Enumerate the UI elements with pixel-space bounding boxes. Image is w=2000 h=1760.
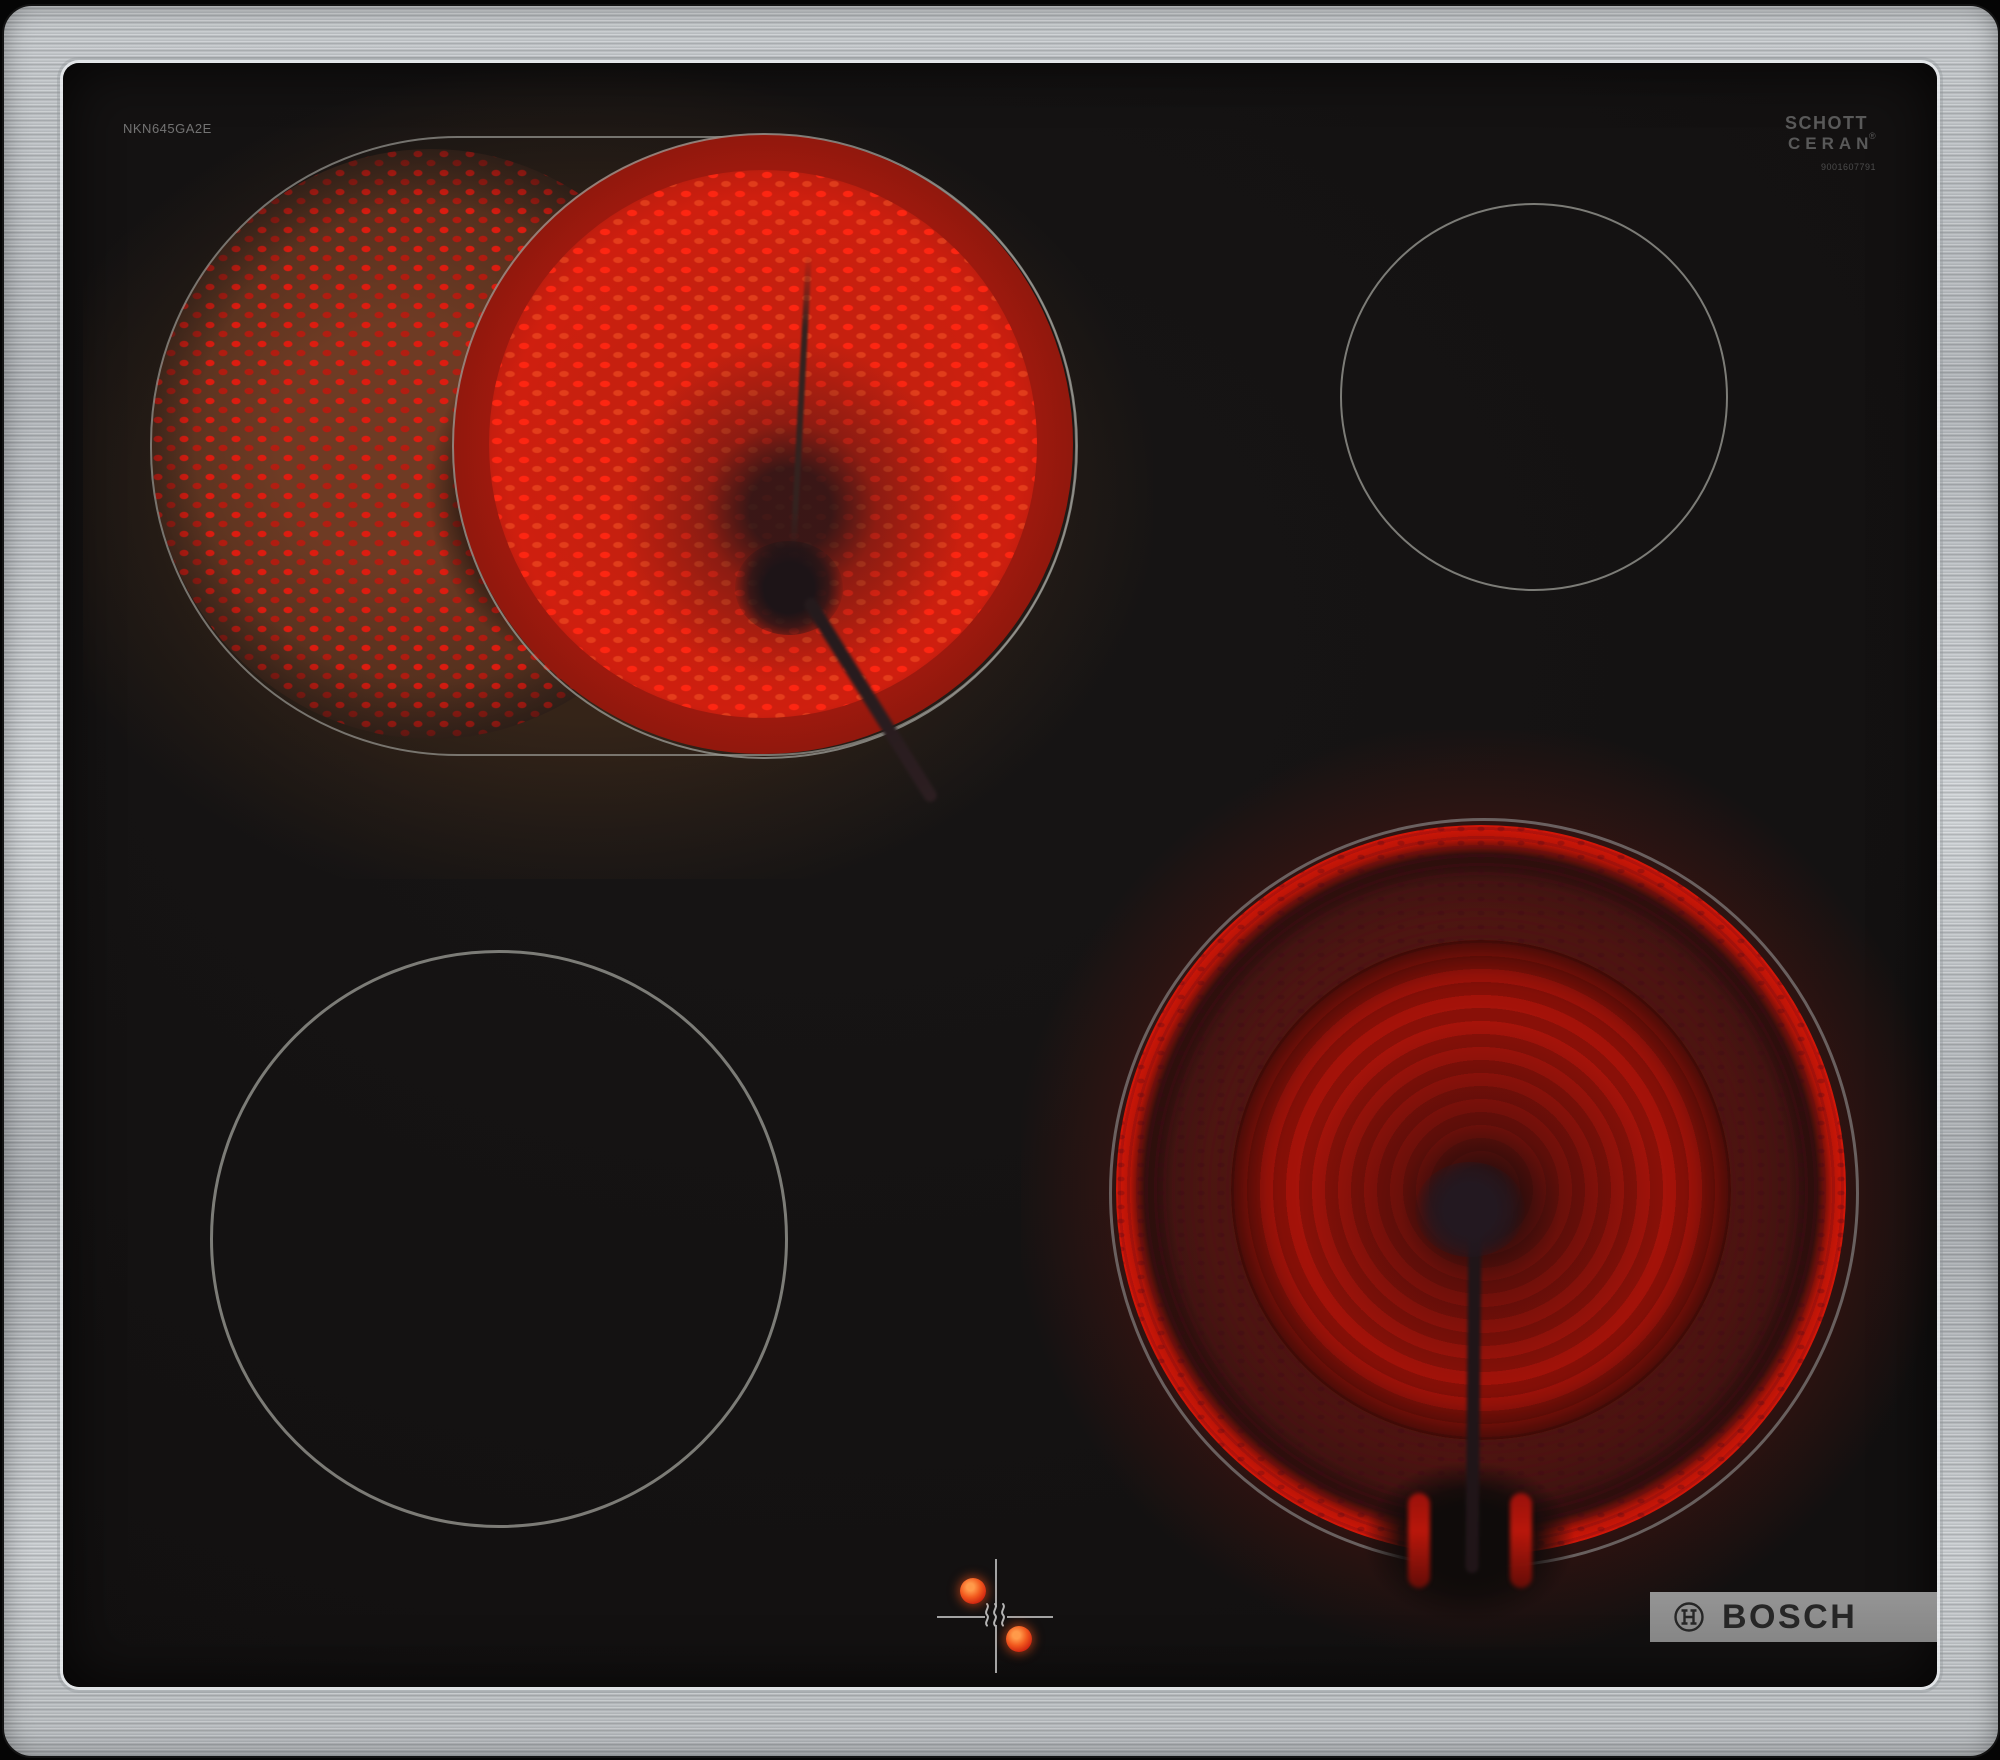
registered-mark: ® (1869, 131, 1876, 141)
residual-heat-cross-line (995, 1625, 997, 1673)
residual-heat-wave-icon (985, 1603, 1005, 1627)
back-left-zone-outline (452, 133, 1078, 759)
front-right-lead-wire-glow (1408, 1493, 1430, 1588)
residual-heat-cross-line (937, 1616, 985, 1618)
ceran-line: CERAN (1788, 134, 1874, 153)
schott-line: SCHOTT (1785, 113, 1868, 133)
serial-number: 9001607791 (1821, 162, 1877, 172)
hot-dot-back-left (960, 1578, 986, 1604)
residual-heat-cross-line (1007, 1616, 1053, 1618)
bosch-armature-icon (1674, 1602, 1704, 1632)
ceran-glass-surface: NKN645GA2E SCHOTT CERAN ® 9001607791 (63, 63, 1937, 1687)
bosch-logo-bar: BOSCH (1650, 1592, 1937, 1642)
hot-dot-front-right (1006, 1626, 1032, 1652)
front-right-lead-wire-glow (1510, 1493, 1532, 1588)
front-left-zone-outline (210, 950, 788, 1528)
back-right-zone-outline (1340, 203, 1728, 591)
front-right-element-hub (1415, 1162, 1525, 1257)
residual-heat-cross-line (995, 1559, 997, 1607)
product-photo-stage: NKN645GA2E SCHOTT CERAN ® 9001607791 (0, 0, 2000, 1760)
bosch-wordmark: BOSCH (1722, 1597, 1858, 1636)
